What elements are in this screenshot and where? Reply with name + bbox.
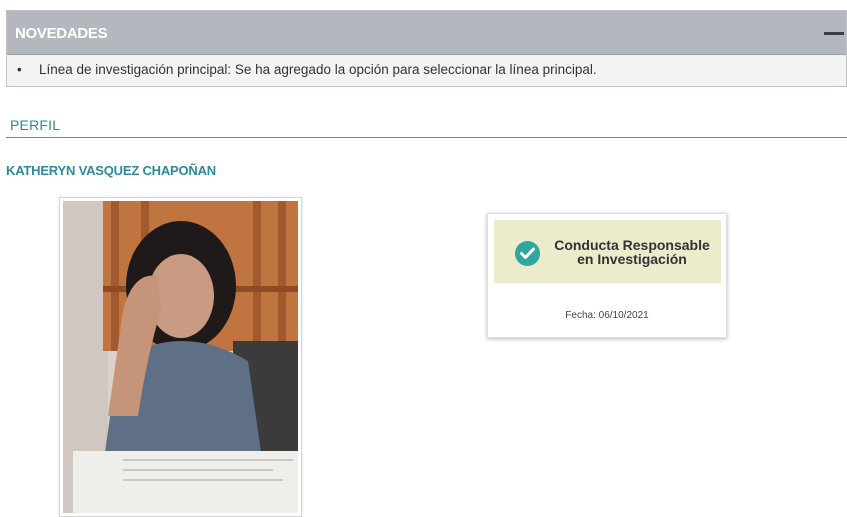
news-header: NOVEDADES bbox=[7, 11, 846, 55]
news-body: • Línea de investigación principal: Se ha… bbox=[7, 55, 846, 86]
check-circle-icon bbox=[515, 241, 540, 266]
section-divider bbox=[6, 137, 847, 138]
section-title-perfil: PERFIL bbox=[10, 117, 61, 133]
certificate-title-line1: Conducta Responsable bbox=[554, 237, 710, 253]
person-name: KATHERYN VASQUEZ CHAPOÑAN bbox=[6, 163, 216, 178]
profile-photo-image bbox=[63, 201, 298, 513]
news-item-text: Línea de investigación principal: Se ha … bbox=[39, 62, 597, 77]
certificate-title-line2: en Investigación bbox=[577, 251, 687, 267]
bullet: • bbox=[17, 62, 22, 77]
collapse-button[interactable] bbox=[824, 26, 846, 40]
news-title: NOVEDADES bbox=[15, 25, 108, 42]
certificate-date: Fecha: 06/10/2021 bbox=[565, 310, 649, 321]
minus-icon bbox=[824, 32, 844, 35]
news-panel: NOVEDADES • Línea de investigación princi… bbox=[6, 10, 847, 87]
profile-photo bbox=[59, 197, 302, 517]
certificate-banner: Conducta Responsable en Investigación bbox=[494, 220, 721, 283]
certificate-title: Conducta Responsable en Investigación bbox=[543, 238, 721, 266]
news-item: • Línea de investigación principal: Se ha… bbox=[17, 62, 597, 77]
certificate-card[interactable]: Conducta Responsable en Investigación Fe… bbox=[487, 213, 727, 338]
